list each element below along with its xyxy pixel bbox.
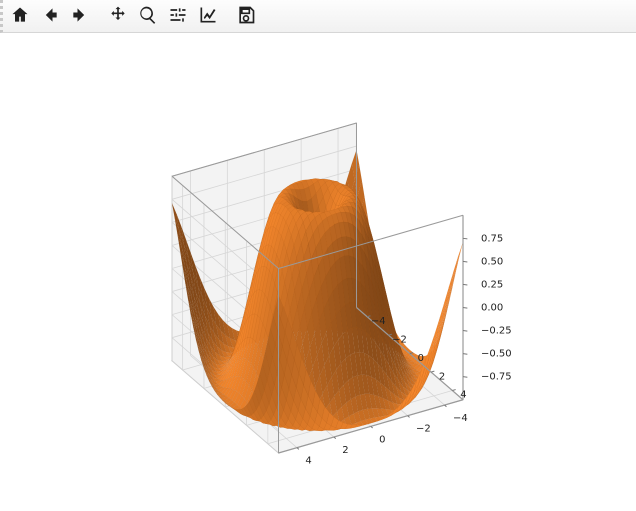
save-button[interactable] — [232, 2, 260, 30]
svg-text:−0.75: −0.75 — [481, 372, 512, 383]
svg-text:−2: −2 — [392, 334, 407, 345]
svg-text:4: 4 — [460, 390, 466, 401]
zoom-button[interactable] — [134, 2, 162, 30]
sliders-icon — [168, 5, 188, 28]
pan-button[interactable] — [104, 2, 132, 30]
svg-text:2: 2 — [439, 371, 445, 382]
zoom-icon — [138, 5, 158, 28]
svg-text:−2: −2 — [416, 424, 431, 435]
svg-text:0.75: 0.75 — [481, 233, 503, 244]
back-button[interactable] — [36, 2, 64, 30]
edit-axis-button[interactable] — [194, 2, 222, 30]
svg-text:0: 0 — [379, 434, 385, 445]
matplotlib-toolbar — [0, 0, 636, 33]
arrow-left-icon — [40, 5, 60, 28]
chart-line-icon — [198, 5, 218, 28]
svg-text:−4: −4 — [453, 413, 468, 424]
svg-text:2: 2 — [342, 445, 348, 456]
svg-text:0.50: 0.50 — [481, 256, 503, 267]
configure-subplots-button[interactable] — [164, 2, 192, 30]
svg-text:−4: −4 — [371, 316, 386, 327]
svg-text:0: 0 — [418, 353, 424, 364]
plot-canvas[interactable]: −4 −2 0 2 4 −4 −2 0 2 4 −0.75 −0.50 −0.25 0.00 0.25 0.5… — [0, 33, 636, 511]
svg-text:4: 4 — [305, 456, 311, 467]
arrow-right-icon — [70, 5, 90, 28]
surface-plot: −4 −2 0 2 4 −4 −2 0 2 4 −0.75 −0.50 −0.25 0.00 0.25 0.5… — [0, 33, 636, 511]
forward-button[interactable] — [66, 2, 94, 30]
toolbar-separator — [95, 16, 103, 17]
move-icon — [108, 5, 128, 28]
toolbar-separator — [223, 16, 231, 17]
svg-text:0.25: 0.25 — [481, 279, 503, 290]
home-button[interactable] — [6, 2, 34, 30]
svg-text:−0.50: −0.50 — [481, 349, 512, 360]
svg-text:0.00: 0.00 — [481, 302, 503, 313]
svg-text:−0.25: −0.25 — [481, 326, 512, 337]
home-icon — [10, 5, 30, 28]
save-icon — [236, 5, 256, 28]
